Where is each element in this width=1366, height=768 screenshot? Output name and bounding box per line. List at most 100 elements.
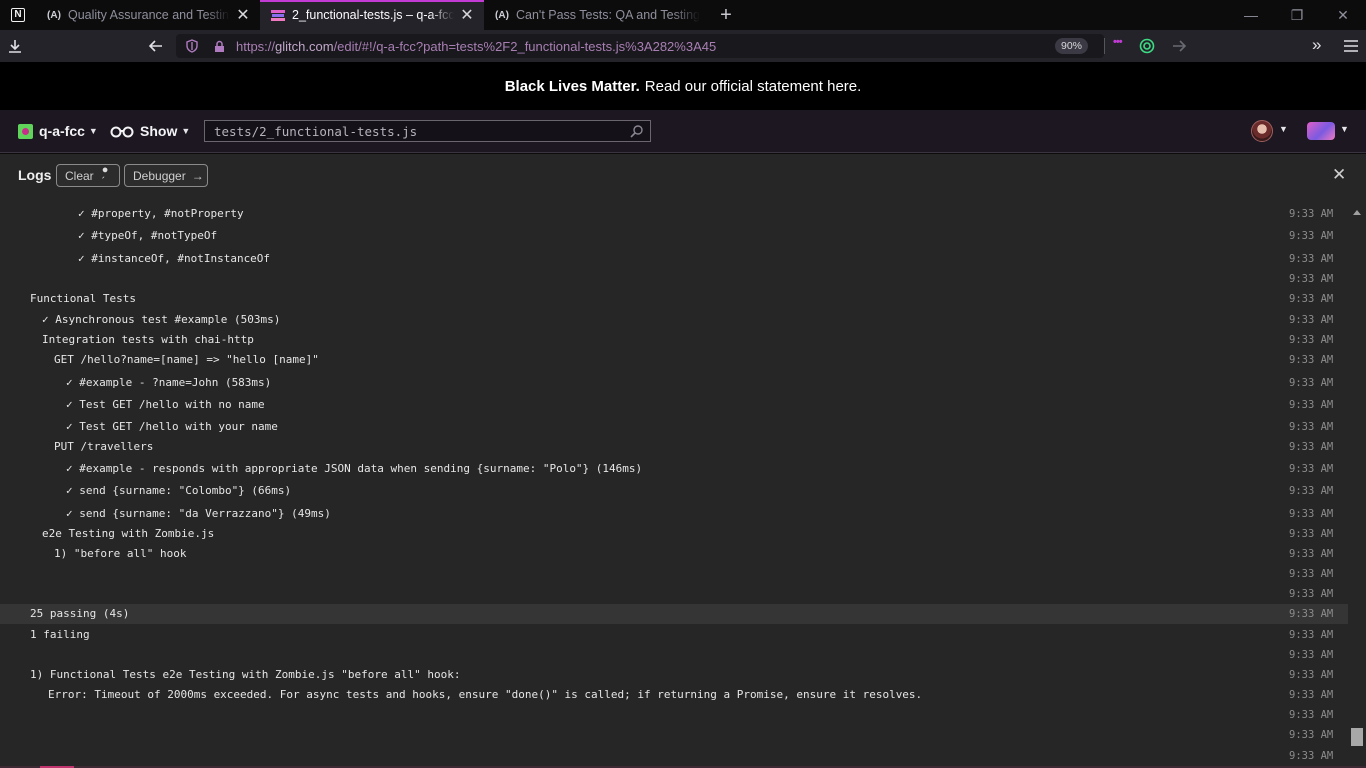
minimize-icon[interactable]: —	[1228, 0, 1274, 30]
log-line-text: ✓ send {surname: "Colombo"} (66ms)	[66, 484, 292, 497]
log-timestamp: 9:33 AM	[1289, 293, 1334, 305]
lock-icon[interactable]	[212, 38, 226, 54]
log-line-text: ✓ send {surname: "da Verrazzano"} (49ms)	[66, 507, 331, 520]
file-search-field[interactable]	[204, 120, 651, 142]
log-timestamp: 9:33 AM	[1289, 649, 1334, 661]
search-icon	[630, 125, 643, 138]
download-icon[interactable]	[6, 37, 24, 55]
file-search-input[interactable]	[205, 123, 625, 139]
banner-link-text[interactable]: Read our official statement here.	[645, 78, 862, 95]
tab-title: Quality Assurance and Testing with Chai	[68, 8, 230, 22]
extension-ring-icon[interactable]	[1138, 37, 1156, 55]
overflow-chevron-icon[interactable]: »	[1312, 35, 1321, 55]
address-bar[interactable]: https://glitch.com/edit/#!/q-a-fcc?path=…	[176, 34, 1104, 58]
chevron-down-icon[interactable]: ▼	[1340, 124, 1349, 134]
log-timestamp: 9:33 AM	[1289, 230, 1334, 242]
log-timestamp: 9:33 AM	[1289, 508, 1334, 520]
log-line-text: 25 passing (4s)	[30, 607, 130, 620]
log-timestamp: 9:33 AM	[1289, 354, 1334, 366]
url-host: glitch.com	[275, 38, 334, 54]
new-tab-button[interactable]: +	[708, 0, 744, 30]
freecodecamp-favicon-icon: (A)	[495, 9, 509, 21]
banner-bold-text: Black Lives Matter.	[504, 77, 640, 95]
show-label: Show	[140, 123, 178, 139]
log-line: ✓ send {surname: "Colombo"} (66ms) 9:33 A…	[0, 481, 1348, 501]
page-actions-more-icon[interactable]: •••	[1113, 36, 1123, 48]
log-line-text: GET /hello?name=[name] => "hello [name]"	[54, 353, 319, 366]
log-line-text: ✓ #typeOf, #notTypeOf	[78, 229, 218, 242]
close-window-icon[interactable]: ✕	[1320, 0, 1366, 30]
arrow-right-icon: →	[191, 168, 204, 183]
tracking-shield-icon[interactable]	[184, 38, 200, 54]
log-timestamp: 9:33 AM	[1289, 568, 1334, 580]
tab-cant-pass-tests[interactable]: (A) Can't Pass Tests: QA and Testing	[484, 0, 708, 30]
log-line: 9:33 AM	[0, 746, 1348, 766]
clear-logs-button[interactable]: Clear ●´	[56, 164, 120, 188]
log-line: PUT /travellers 9:33 AM	[0, 437, 1348, 457]
log-line-text: ✓ #property, #notProperty	[78, 207, 244, 220]
log-line: 9:33 AM	[0, 584, 1348, 604]
scrollbar-thumb[interactable]	[1351, 728, 1363, 746]
log-timestamp: 9:33 AM	[1289, 314, 1334, 326]
log-scrollbar[interactable]	[1348, 198, 1366, 768]
log-line: ✓ Test GET /hello with no name 9:33 AM	[0, 395, 1348, 415]
tab-functional-tests[interactable]: 2_functional-tests.js – q-a-fcc ✕	[260, 0, 484, 30]
close-tab-icon[interactable]: ✕	[458, 5, 476, 25]
user-avatar[interactable]	[1251, 120, 1273, 142]
close-tab-icon[interactable]: ✕	[234, 5, 252, 25]
log-line: 1) Functional Tests e2e Testing with Zom…	[0, 665, 1348, 685]
project-menu-button[interactable]: q-a-fcc ▼	[18, 123, 98, 139]
log-line: ✓ Asynchronous test #example (503ms) 9:33…	[0, 310, 1348, 330]
notion-app-icon[interactable]: N	[0, 0, 36, 30]
forward-icon[interactable]	[1170, 37, 1188, 55]
log-timestamp: 9:33 AM	[1289, 729, 1334, 741]
sunglasses-icon	[110, 126, 134, 138]
log-timestamp: 9:33 AM	[1289, 548, 1334, 560]
log-timestamp: 9:33 AM	[1289, 669, 1334, 681]
log-timestamp: 9:33 AM	[1289, 608, 1334, 620]
zoom-level-badge[interactable]: 90%	[1054, 38, 1088, 54]
log-line: 9:33 AM	[0, 725, 1348, 745]
chevron-down-icon[interactable]: ▼	[1279, 124, 1288, 134]
tab-title: 2_functional-tests.js – q-a-fcc	[292, 8, 454, 22]
log-line: 9:33 AM	[0, 645, 1348, 665]
log-timestamp: 9:33 AM	[1289, 441, 1334, 453]
toolbar-separator	[1104, 38, 1105, 54]
black-lives-matter-banner[interactable]: Black Lives Matter. Read our official st…	[0, 62, 1366, 110]
log-line: 9:33 AM	[0, 705, 1348, 725]
show-button[interactable]: Show ▼	[110, 123, 190, 139]
log-output[interactable]: ✓ #property, #notProperty 9:33 AM ✓ #typeO…	[0, 198, 1366, 768]
logs-title: Logs	[18, 167, 52, 183]
debugger-button[interactable]: Debugger →	[124, 164, 208, 187]
log-line-text: ✓ Test GET /hello with your name	[66, 420, 278, 433]
log-line-text: ✓ #instanceOf, #notInstanceOf	[78, 252, 271, 265]
tab-title: Can't Pass Tests: QA and Testing	[516, 8, 700, 22]
url-prefix: https://	[236, 38, 276, 54]
log-timestamp: 9:33 AM	[1289, 750, 1334, 762]
log-timestamp: 9:33 AM	[1289, 253, 1334, 265]
log-line: ✓ Test GET /hello with your name 9:33 AM	[0, 417, 1348, 437]
log-timestamp: 9:33 AM	[1289, 421, 1334, 433]
back-icon[interactable]	[147, 37, 165, 55]
glitch-logo-icon[interactable]	[1307, 122, 1335, 140]
close-logs-icon[interactable]: ✕	[1332, 165, 1346, 185]
window-controls: — ❐ ✕	[1228, 0, 1366, 30]
log-line: Error: Timeout of 2000ms exceeded. For a…	[0, 685, 1348, 705]
log-line: 9:33 AM	[0, 269, 1348, 289]
log-line: ✓ #typeOf, #notTypeOf 9:33 AM	[0, 226, 1348, 246]
tab-quality-assurance[interactable]: (A) Quality Assurance and Testing with C…	[36, 0, 260, 30]
log-line-text: ✓ Test GET /hello with no name	[66, 398, 265, 411]
log-line-text: 1) Functional Tests e2e Testing with Zom…	[30, 668, 461, 681]
log-line-text: 1 failing	[30, 628, 90, 641]
restore-icon[interactable]: ❐	[1274, 0, 1320, 30]
log-timestamp: 9:33 AM	[1289, 208, 1334, 220]
scroll-up-icon[interactable]	[1353, 210, 1361, 215]
log-timestamp: 9:33 AM	[1289, 528, 1334, 540]
log-line-text: 1) "before all" hook	[54, 547, 187, 560]
chevron-down-icon: ▼	[88, 126, 98, 136]
hamburger-menu-icon[interactable]	[1343, 37, 1359, 55]
chevron-down-icon: ▼	[181, 126, 191, 136]
logs-toolbar: Logs Clear ●´ Debugger → ✕	[0, 154, 1366, 198]
log-line-text: e2e Testing with Zombie.js	[42, 527, 215, 540]
log-timestamp: 9:33 AM	[1289, 485, 1334, 497]
